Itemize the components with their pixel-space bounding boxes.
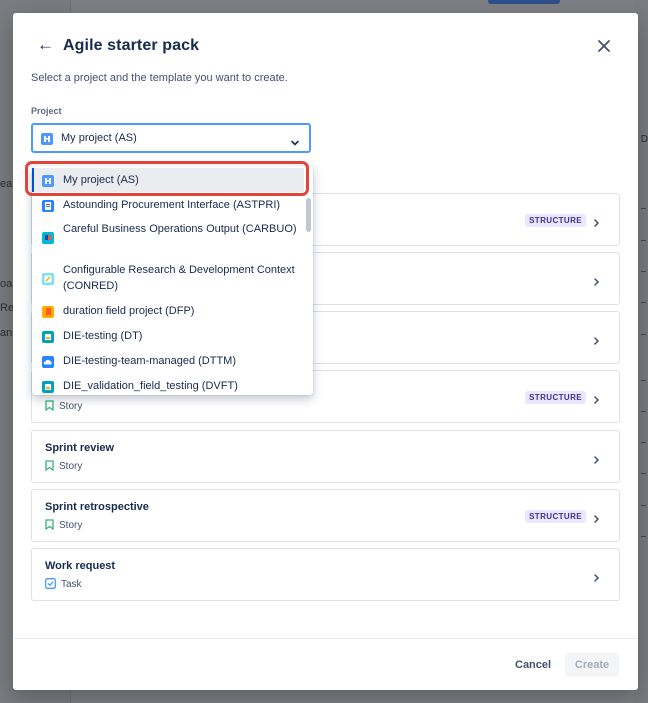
structure-badge: STRUCTURE: [525, 214, 586, 227]
close-icon[interactable]: [594, 35, 614, 57]
background-button: [488, 0, 560, 4]
project-box-icon: [42, 380, 54, 393]
dropdown-scrollbar[interactable]: [306, 198, 311, 232]
project-flag-icon: [42, 231, 54, 244]
project-doc-icon: [42, 199, 54, 212]
project-note-icon: [42, 272, 54, 285]
modal-subtitle: Select a project and the template you wa…: [31, 72, 288, 84]
chevron-right-icon: [593, 274, 600, 292]
chevron-down-icon: [290, 134, 300, 152]
background-tick: [641, 334, 646, 335]
project-bookmark-icon: [42, 305, 54, 318]
issue-type-label: Story: [59, 520, 83, 531]
structure-badge: STRUCTURE: [525, 391, 586, 404]
chevron-right-icon: [593, 452, 600, 470]
background-tick: [641, 271, 646, 272]
dropdown-option-label: duration field project (DFP): [63, 305, 195, 317]
template-card-sprint-retrospective[interactable]: Sprint retrospective Story STRUCTURE: [31, 489, 620, 542]
background-tick: [641, 208, 646, 209]
story-icon: [45, 400, 54, 414]
project-select[interactable]: My project (AS): [31, 123, 311, 153]
background-tick: [641, 240, 646, 241]
dropdown-option-my-project[interactable]: My project (AS): [32, 168, 304, 192]
dropdown-option[interactable]: Astounding Procurement Interface (ASTPRI…: [32, 195, 304, 215]
background-tick: [641, 302, 646, 303]
background-text: oa: [0, 278, 13, 290]
template-title: Sprint retrospective: [45, 501, 149, 513]
background-tick: [641, 505, 646, 506]
template-issue-type: Task: [45, 578, 82, 592]
dropdown-option[interactable]: DIE-testing (DT): [32, 326, 304, 346]
template-issue-type: Story: [45, 400, 82, 414]
background-tick: [641, 411, 646, 412]
back-arrow-icon[interactable]: ←: [37, 34, 54, 56]
background-text: D: [640, 134, 648, 145]
background-tick: [641, 536, 646, 537]
story-icon: [45, 519, 54, 533]
project-cloud-icon: [42, 355, 54, 368]
dropdown-option-label: My project (AS): [63, 174, 139, 186]
background-text: Re: [0, 302, 15, 314]
template-card-sprint-review[interactable]: Sprint review Story: [31, 430, 620, 483]
dropdown-option[interactable]: Careful Business Operations Output (CARB…: [32, 219, 304, 256]
chevron-right-icon: [593, 392, 600, 410]
modal-title: Agile starter pack: [63, 37, 200, 54]
footer-divider: [13, 638, 638, 639]
modal-header: ← Agile starter pack: [37, 35, 618, 57]
background-tick: [641, 442, 646, 443]
template-title: Work request: [45, 560, 116, 572]
project-box-icon: [42, 330, 54, 343]
task-icon: [45, 578, 56, 592]
dropdown-option-label: DIE-testing-team-managed (DTTM): [63, 355, 236, 367]
dropdown-option-label: Careful Business Operations Output (CARB…: [63, 223, 297, 235]
dropdown-option[interactable]: DIE-testing-team-managed (DTTM): [32, 351, 304, 371]
project-board-icon: [42, 174, 54, 187]
dropdown-option[interactable]: duration field project (DFP): [32, 301, 304, 321]
cancel-button[interactable]: Cancel: [507, 653, 559, 677]
background-text: ea: [0, 178, 13, 190]
background-tick: [641, 380, 646, 381]
chevron-right-icon: [593, 511, 600, 529]
issue-type-label: Task: [61, 579, 82, 590]
template-issue-type: Story: [45, 460, 82, 474]
dropdown-option[interactable]: Configurable Research & Development Cont…: [32, 260, 304, 297]
chevron-right-icon: [593, 570, 600, 588]
background-text: an: [0, 327, 13, 339]
project-field-label: Project: [31, 106, 62, 116]
dropdown-option-label: Configurable Research & Development Cont…: [63, 264, 295, 292]
project-board-icon: [41, 132, 53, 150]
chevron-right-icon: [593, 215, 600, 233]
create-button[interactable]: Create: [565, 653, 619, 677]
dropdown-option[interactable]: DIE_validation_field_testing (DVFT): [32, 376, 304, 395]
structure-badge: STRUCTURE: [525, 510, 586, 523]
issue-type-label: Story: [59, 401, 83, 412]
story-icon: [45, 460, 54, 474]
chevron-right-icon: [593, 333, 600, 351]
template-card-work-request[interactable]: Work request Task: [31, 548, 620, 601]
template-title: Sprint review: [45, 442, 115, 454]
issue-type-label: Story: [59, 461, 83, 472]
dropdown-option-label: DIE_validation_field_testing (DVFT): [63, 380, 238, 392]
dropdown-option-label: DIE-testing (DT): [63, 330, 143, 342]
project-select-value: My project (AS): [61, 132, 137, 144]
project-dropdown-menu: My project (AS) Astounding Procurement I…: [32, 166, 313, 395]
background-tick: [641, 473, 646, 474]
dropdown-option-label: Astounding Procurement Interface (ASTPRI…: [63, 199, 281, 211]
template-issue-type: Story: [45, 519, 82, 533]
